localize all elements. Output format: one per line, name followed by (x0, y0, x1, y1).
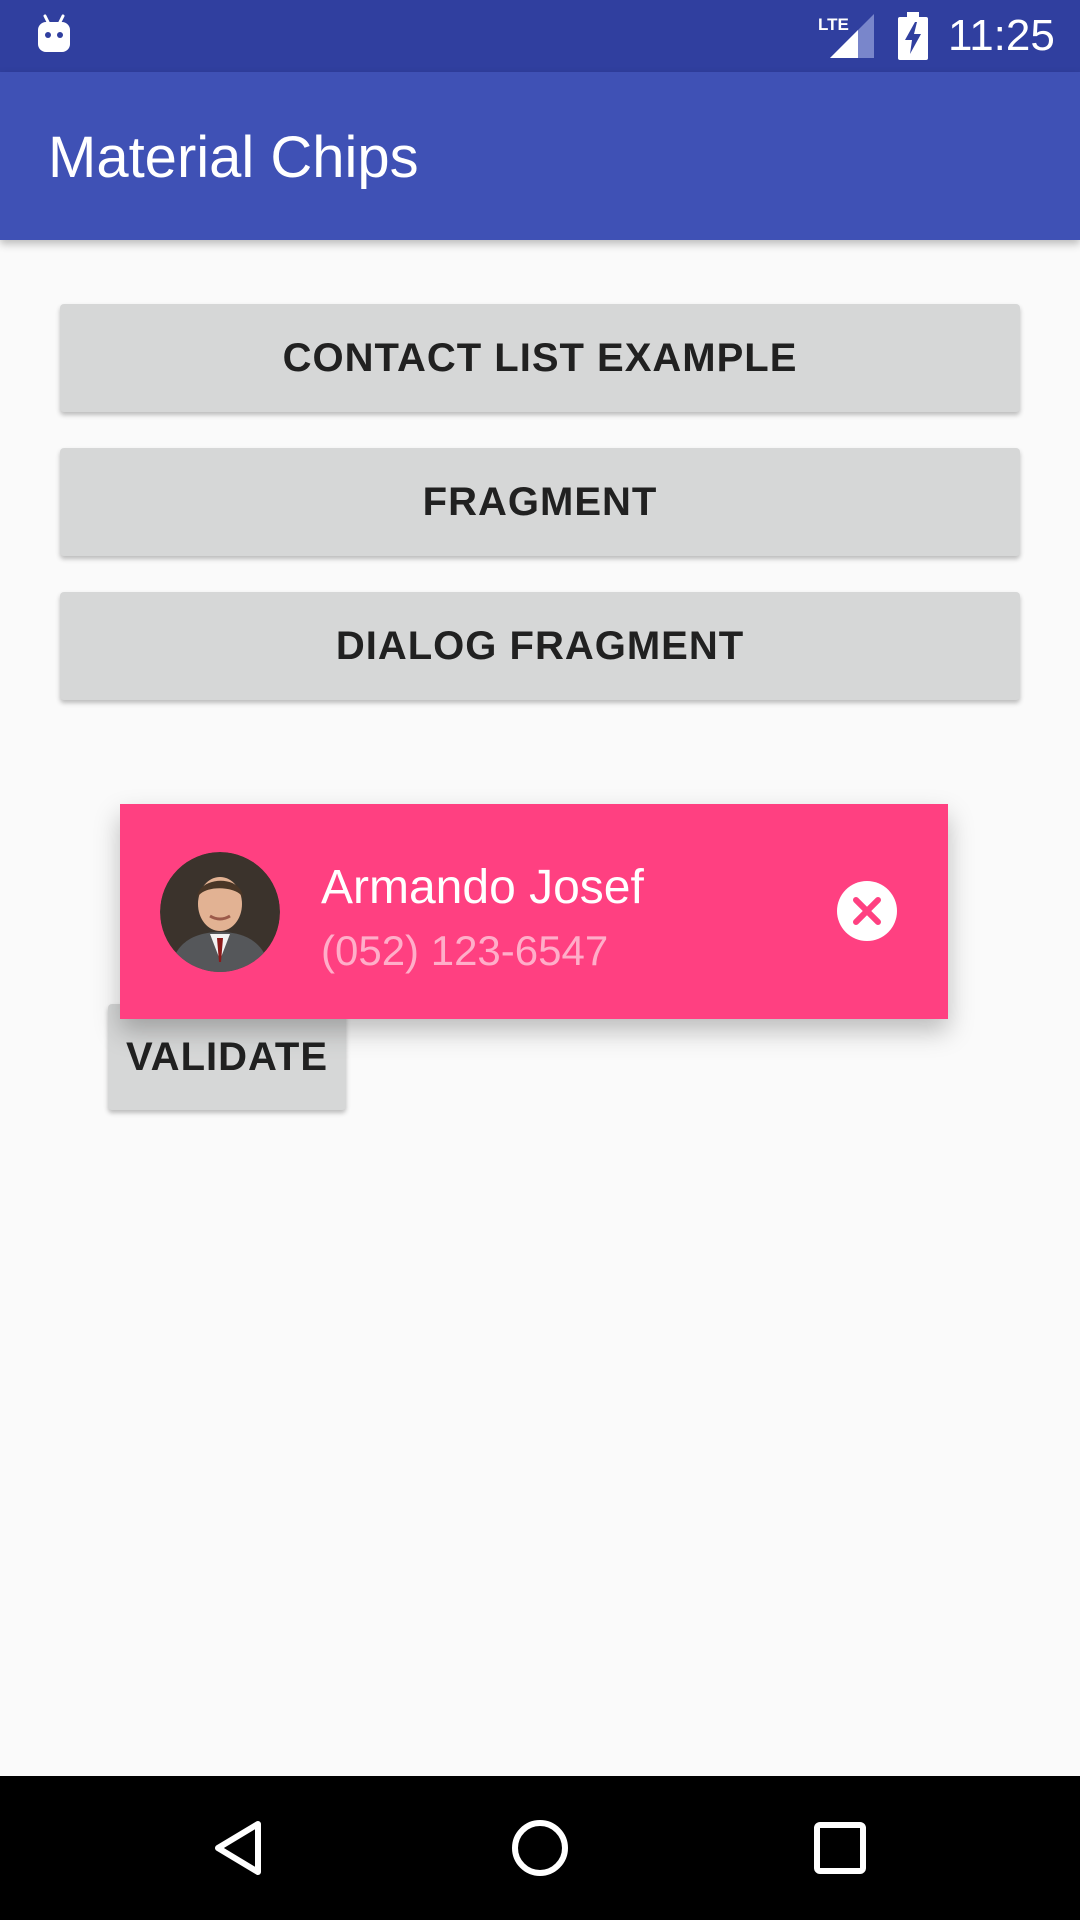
contact-avatar (160, 852, 280, 972)
contact-name: Armando Josef (321, 861, 644, 914)
lte-signal-icon: LTE (818, 14, 874, 58)
app-title: Material Chips (48, 125, 419, 190)
navigation-bar (0, 1776, 1080, 1920)
status-bar: LTE 11:25 (0, 0, 1080, 72)
dialog-fragment-button[interactable]: DIALOG FRAGMENT (60, 592, 1020, 700)
contact-phone: (052) 123-6547 (321, 927, 609, 974)
close-icon[interactable] (837, 881, 897, 941)
battery-charging-icon (898, 12, 928, 60)
chip-details-card: Armando Josef (052) 123-6547 (120, 804, 948, 1019)
app-bar: Material Chips (0, 72, 1080, 240)
validate-button[interactable]: VALIDATE (108, 1004, 346, 1110)
back-icon[interactable] (204, 1812, 276, 1884)
lte-label: LTE (818, 15, 849, 34)
home-icon[interactable] (504, 1812, 576, 1884)
recents-icon[interactable] (804, 1812, 876, 1884)
android-notification-icon (38, 14, 70, 52)
fragment-button[interactable]: FRAGMENT (60, 448, 1020, 556)
status-clock: 11:25 (948, 11, 1055, 60)
contact-list-example-button[interactable]: CONTACT LIST EXAMPLE (60, 304, 1020, 412)
